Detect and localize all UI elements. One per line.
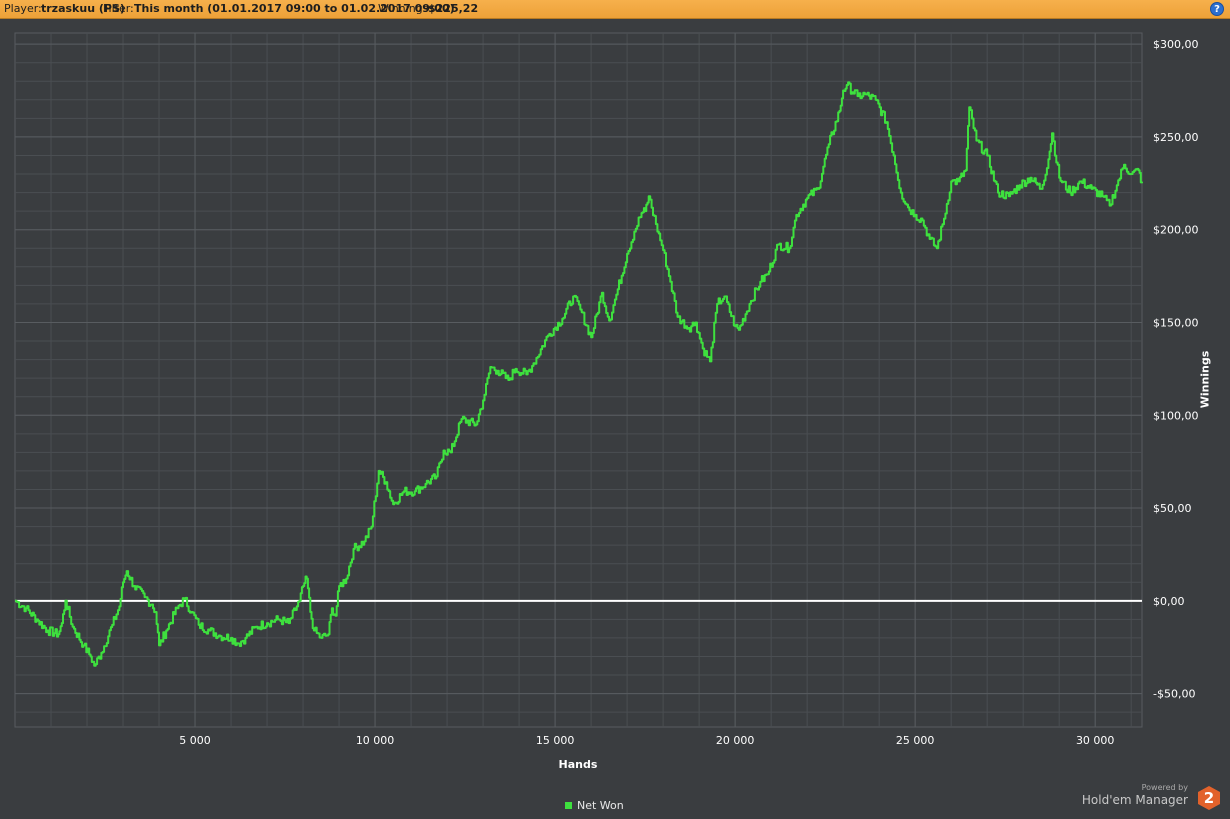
brand-block: Powered by Hold'em Manager 2: [1082, 783, 1222, 815]
axis-ticks: 5 000 10 000 15 000 20 000 25 000 30 000 -$50,…: [179, 38, 1198, 747]
x-tick-label: 30 000: [1076, 734, 1115, 747]
hem2-logo-icon: 2: [1198, 786, 1220, 810]
y-tick-label: $200,00: [1153, 224, 1199, 237]
y-tick-label: $150,00: [1153, 316, 1199, 329]
winnings-chart: 5 000 10 000 15 000 20 000 25 000 30 000 -$50,…: [14, 32, 1199, 747]
logo-number: 2: [1204, 789, 1214, 807]
y-tick-label: $250,00: [1153, 131, 1199, 144]
x-tick-label: 15 000: [536, 734, 575, 747]
series-net-won: [15, 81, 1143, 667]
y-axis-title: Winnings: [1198, 350, 1212, 409]
x-tick-label: 5 000: [179, 734, 211, 747]
legend-swatch-net-won: [565, 801, 572, 809]
y-tick-label: $50,00: [1153, 502, 1192, 515]
chart-grid: [14, 32, 1143, 728]
powered-by-text: Powered by: [1141, 783, 1188, 792]
y-tick-label: $0,00: [1153, 595, 1185, 608]
brand-name: Hold'em Manager: [1081, 793, 1188, 807]
legend-label-net-won: Net Won: [577, 799, 624, 812]
net-won-line: [15, 81, 1143, 667]
x-tick-label: 20 000: [716, 734, 755, 747]
y-tick-label: $100,00: [1153, 409, 1199, 422]
x-tick-label: 10 000: [356, 734, 395, 747]
x-axis-title: Hands: [558, 758, 598, 771]
x-tick-label: 25 000: [896, 734, 935, 747]
y-tick-label: -$50,00: [1153, 688, 1195, 701]
chart-legend[interactable]: Net Won: [565, 799, 624, 812]
y-tick-label: $300,00: [1153, 38, 1199, 51]
